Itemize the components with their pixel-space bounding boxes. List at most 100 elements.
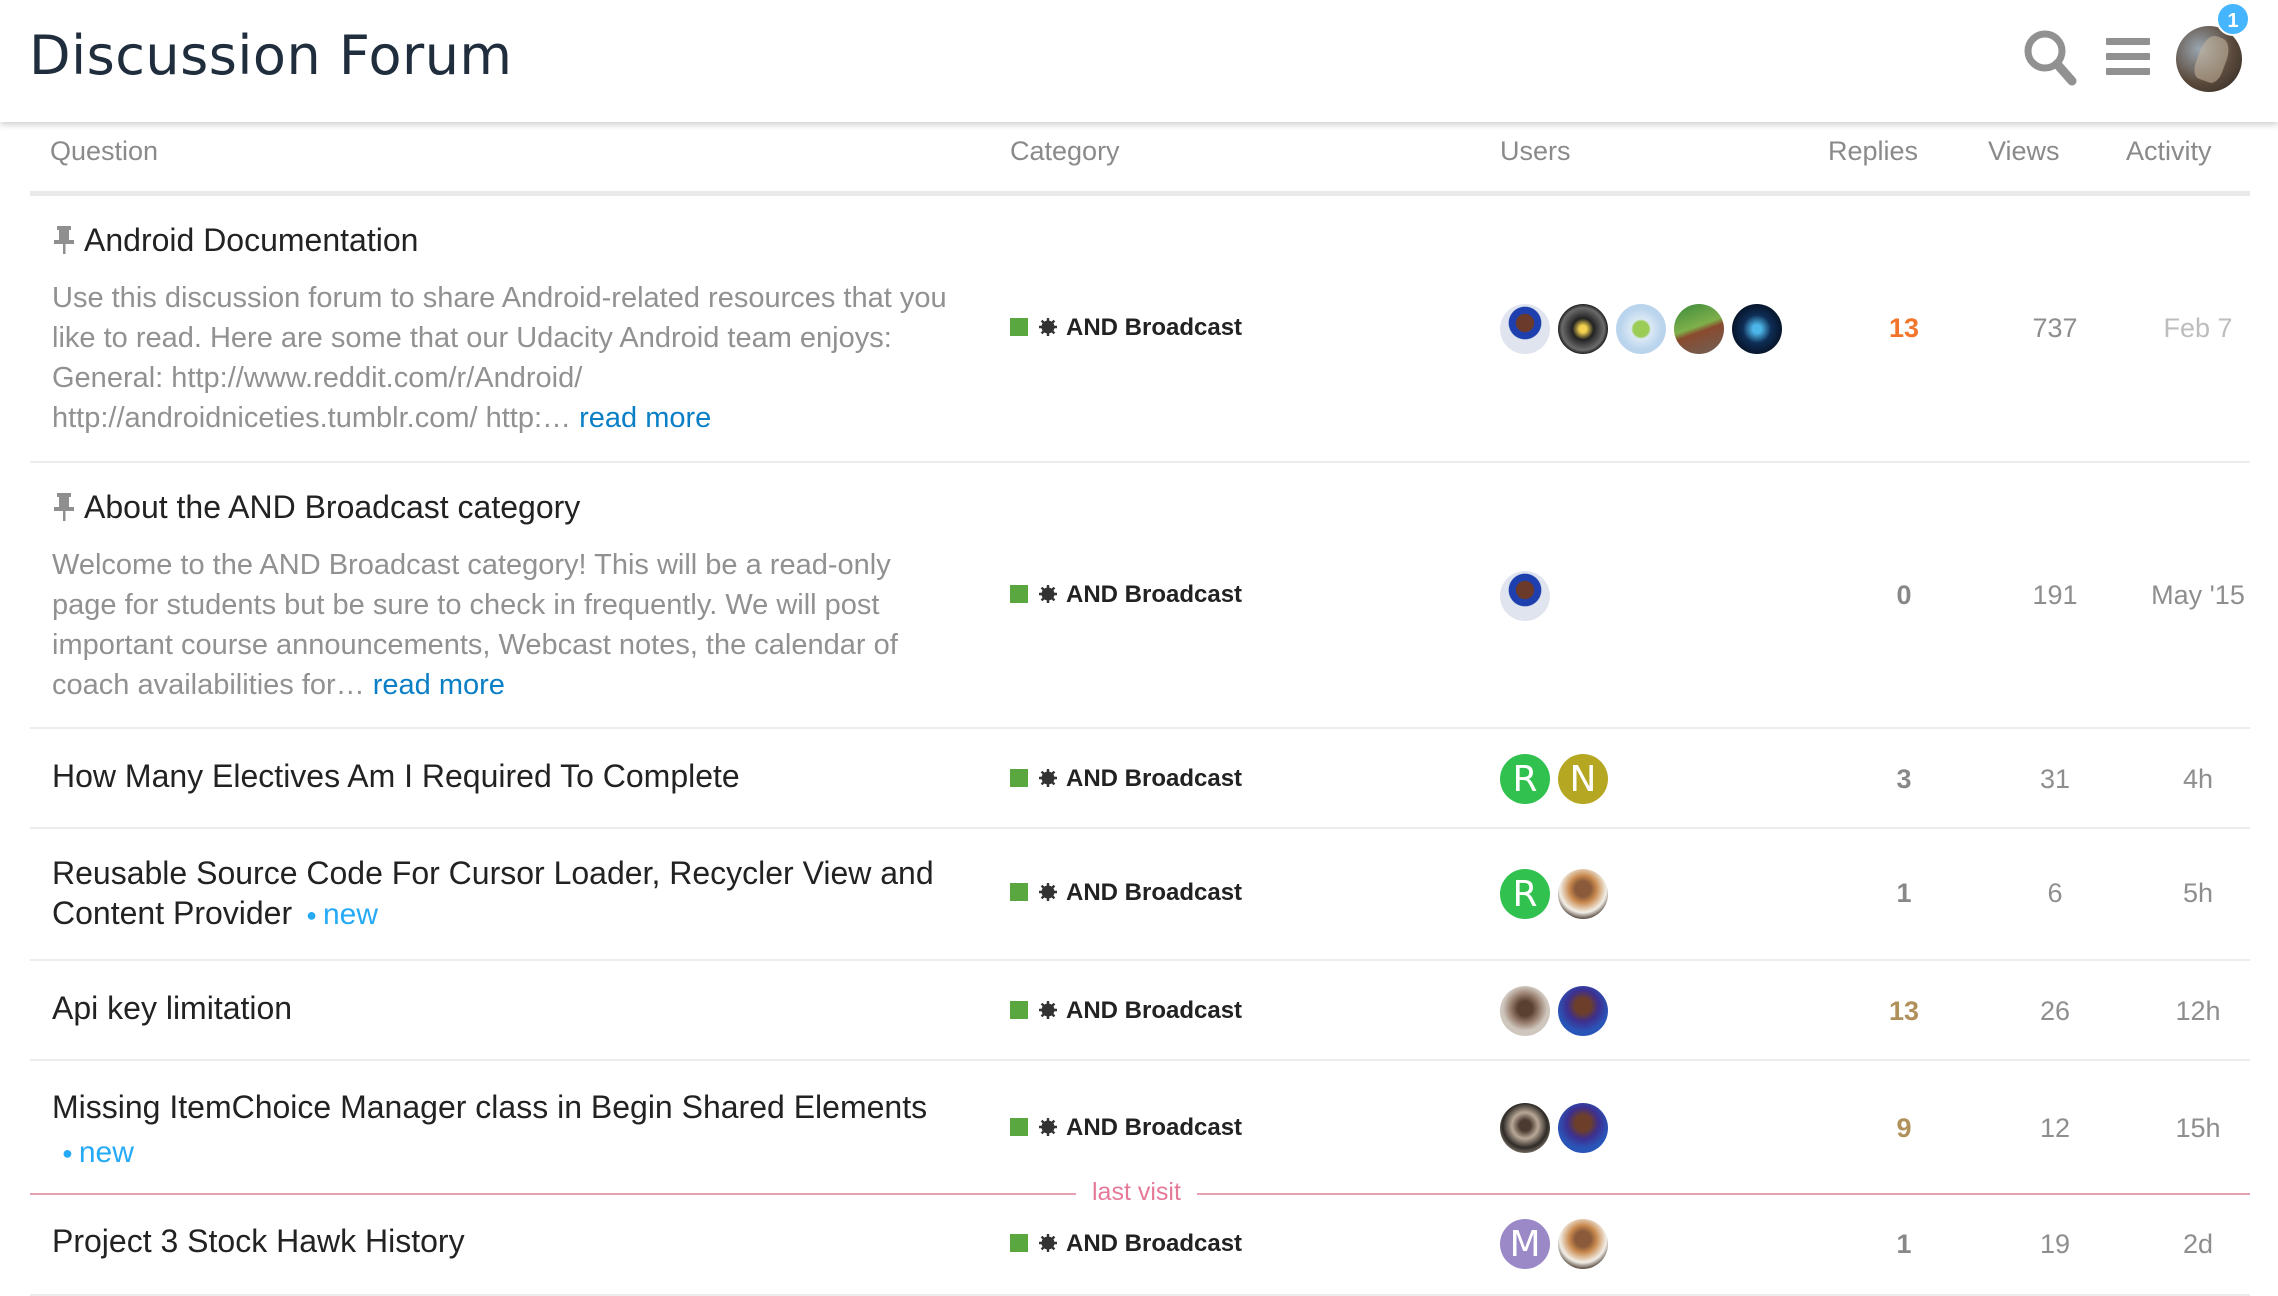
site-title[interactable]: Discussion Forum [29,24,513,87]
category-name: AND Broadcast [1066,879,1243,906]
category-name: AND Broadcast [1066,997,1243,1024]
letter-avatar[interactable]: R [1500,754,1550,804]
topic-title[interactable]: Android Documentation [84,222,418,258]
megaphone-icon [1038,1116,1058,1136]
reply-count: 3 [1896,764,1912,794]
user-avatar[interactable] [1500,986,1550,1036]
category-color-swatch [1010,1234,1028,1252]
topic-title[interactable]: Api key limitation [52,990,292,1027]
site-header: Discussion Forum 1 [0,0,2278,122]
user-avatar[interactable] [1500,304,1550,354]
user-avatar[interactable] [1558,304,1608,354]
topic-title[interactable]: About the AND Broadcast category [84,489,580,525]
topic-participants: M [1500,1219,1616,1269]
user-avatar[interactable] [1558,1103,1608,1153]
category-color-swatch [1010,883,1028,901]
reply-count: 13 [1888,996,1920,1026]
column-header-views[interactable]: Views [1988,136,2060,167]
megaphone-icon [1038,767,1058,787]
topic-title[interactable]: Project 3 Stock Hawk History [52,1223,465,1260]
topic-title[interactable]: Missing ItemChoice Manager class in Begi… [52,1089,927,1125]
search-icon[interactable] [2022,28,2078,88]
megaphone-icon [1038,999,1058,1019]
topic-excerpt: Use this discussion forum to share Andro… [52,282,947,434]
view-count: 12 [2039,1113,2071,1143]
column-header-category[interactable]: Category [1010,136,1120,167]
category-name: AND Broadcast [1066,1230,1243,1257]
user-avatar[interactable] [1500,571,1550,621]
category-name: AND Broadcast [1066,1114,1243,1141]
column-header-users: Users [1500,136,1571,166]
topic-row: Android Documentation Use this discussio… [30,196,2250,463]
reply-count: 13 [1888,313,1920,343]
user-avatar[interactable] [1558,869,1608,919]
category-badge[interactable]: AND Broadcast [1010,314,1242,342]
category-color-swatch [1010,585,1028,603]
view-count: 191 [2032,580,2078,610]
category-name: AND Broadcast [1066,581,1243,608]
megaphone-icon [1038,316,1058,336]
megaphone-icon [1038,1232,1058,1252]
user-avatar[interactable] [1674,304,1724,354]
category-color-swatch [1010,1001,1028,1019]
new-topic-badge[interactable]: new [306,898,378,931]
topic-row: How Many Electives Am I Required To Comp… [30,729,2250,829]
user-avatar[interactable] [1616,304,1666,354]
letter-avatar[interactable]: R [1500,869,1550,919]
activity-time[interactable]: May '15 [2128,580,2268,611]
view-count: 737 [2032,313,2078,343]
reply-count: 1 [1896,878,1912,908]
activity-time[interactable]: 12h [2128,996,2268,1027]
category-badge[interactable]: AND Broadcast [1010,997,1242,1025]
column-header-question[interactable]: Question [50,136,158,167]
category-color-swatch [1010,1118,1028,1136]
column-header-activity[interactable]: Activity [2126,136,2212,167]
category-badge[interactable]: AND Broadcast [1010,879,1242,907]
activity-time[interactable]: 5h [2128,878,2268,909]
column-header-replies[interactable]: Replies [1828,136,1918,167]
read-more-link[interactable]: read more [373,669,505,701]
user-avatar[interactable] [1500,1103,1550,1153]
view-count: 31 [2039,764,2071,794]
activity-time[interactable]: 4h [2128,764,2268,795]
pin-icon [52,492,76,522]
category-badge[interactable]: AND Broadcast [1010,765,1242,793]
reply-count: 0 [1896,580,1912,610]
topic-participants [1500,571,1558,621]
category-badge[interactable]: AND Broadcast [1010,581,1242,609]
category-name: AND Broadcast [1066,314,1243,341]
user-avatar[interactable] [1558,1219,1608,1269]
letter-avatar[interactable]: N [1558,754,1608,804]
topic-row: Api key limitation AND Broadcast 13 26 1… [30,961,2250,1061]
category-badge[interactable]: AND Broadcast [1010,1230,1242,1258]
topic-row: Reusable Source Code For Cursor Loader, … [30,829,2250,961]
letter-avatar[interactable]: M [1500,1219,1550,1269]
topic-row: Missing ItemChoice Manager class in Begi… [30,1061,2250,1194]
megaphone-icon [1038,881,1058,901]
topic-row: About the AND Broadcast category Welcome… [30,463,2250,729]
category-badge[interactable]: AND Broadcast [1010,1114,1242,1142]
activity-time[interactable]: 15h [2128,1113,2268,1144]
topic-participants: R [1500,869,1616,919]
user-avatar[interactable] [1732,304,1782,354]
activity-time[interactable]: Feb 7 [2128,313,2268,344]
user-avatar[interactable] [1558,986,1608,1036]
topic-participants [1500,986,1616,1036]
view-count: 26 [2039,996,2071,1026]
view-count: 6 [2047,878,2063,908]
category-color-swatch [1010,318,1028,336]
new-topic-badge[interactable]: new [62,1136,134,1169]
reply-count: 9 [1896,1113,1912,1143]
category-name: AND Broadcast [1066,765,1243,792]
activity-time[interactable]: 2d [2128,1229,2268,1260]
megaphone-icon [1038,583,1058,603]
topic-title[interactable]: How Many Electives Am I Required To Comp… [52,758,740,795]
pin-icon [52,225,76,255]
topic-title[interactable]: Reusable Source Code For Cursor Loader, … [52,855,934,931]
topic-participants: R N [1500,754,1616,804]
read-more-link[interactable]: read more [579,402,711,434]
view-count: 19 [2039,1229,2071,1259]
notification-badge[interactable]: 1 [2216,2,2250,36]
hamburger-menu-icon[interactable] [2106,38,2150,76]
topic-participants [1500,304,1790,354]
